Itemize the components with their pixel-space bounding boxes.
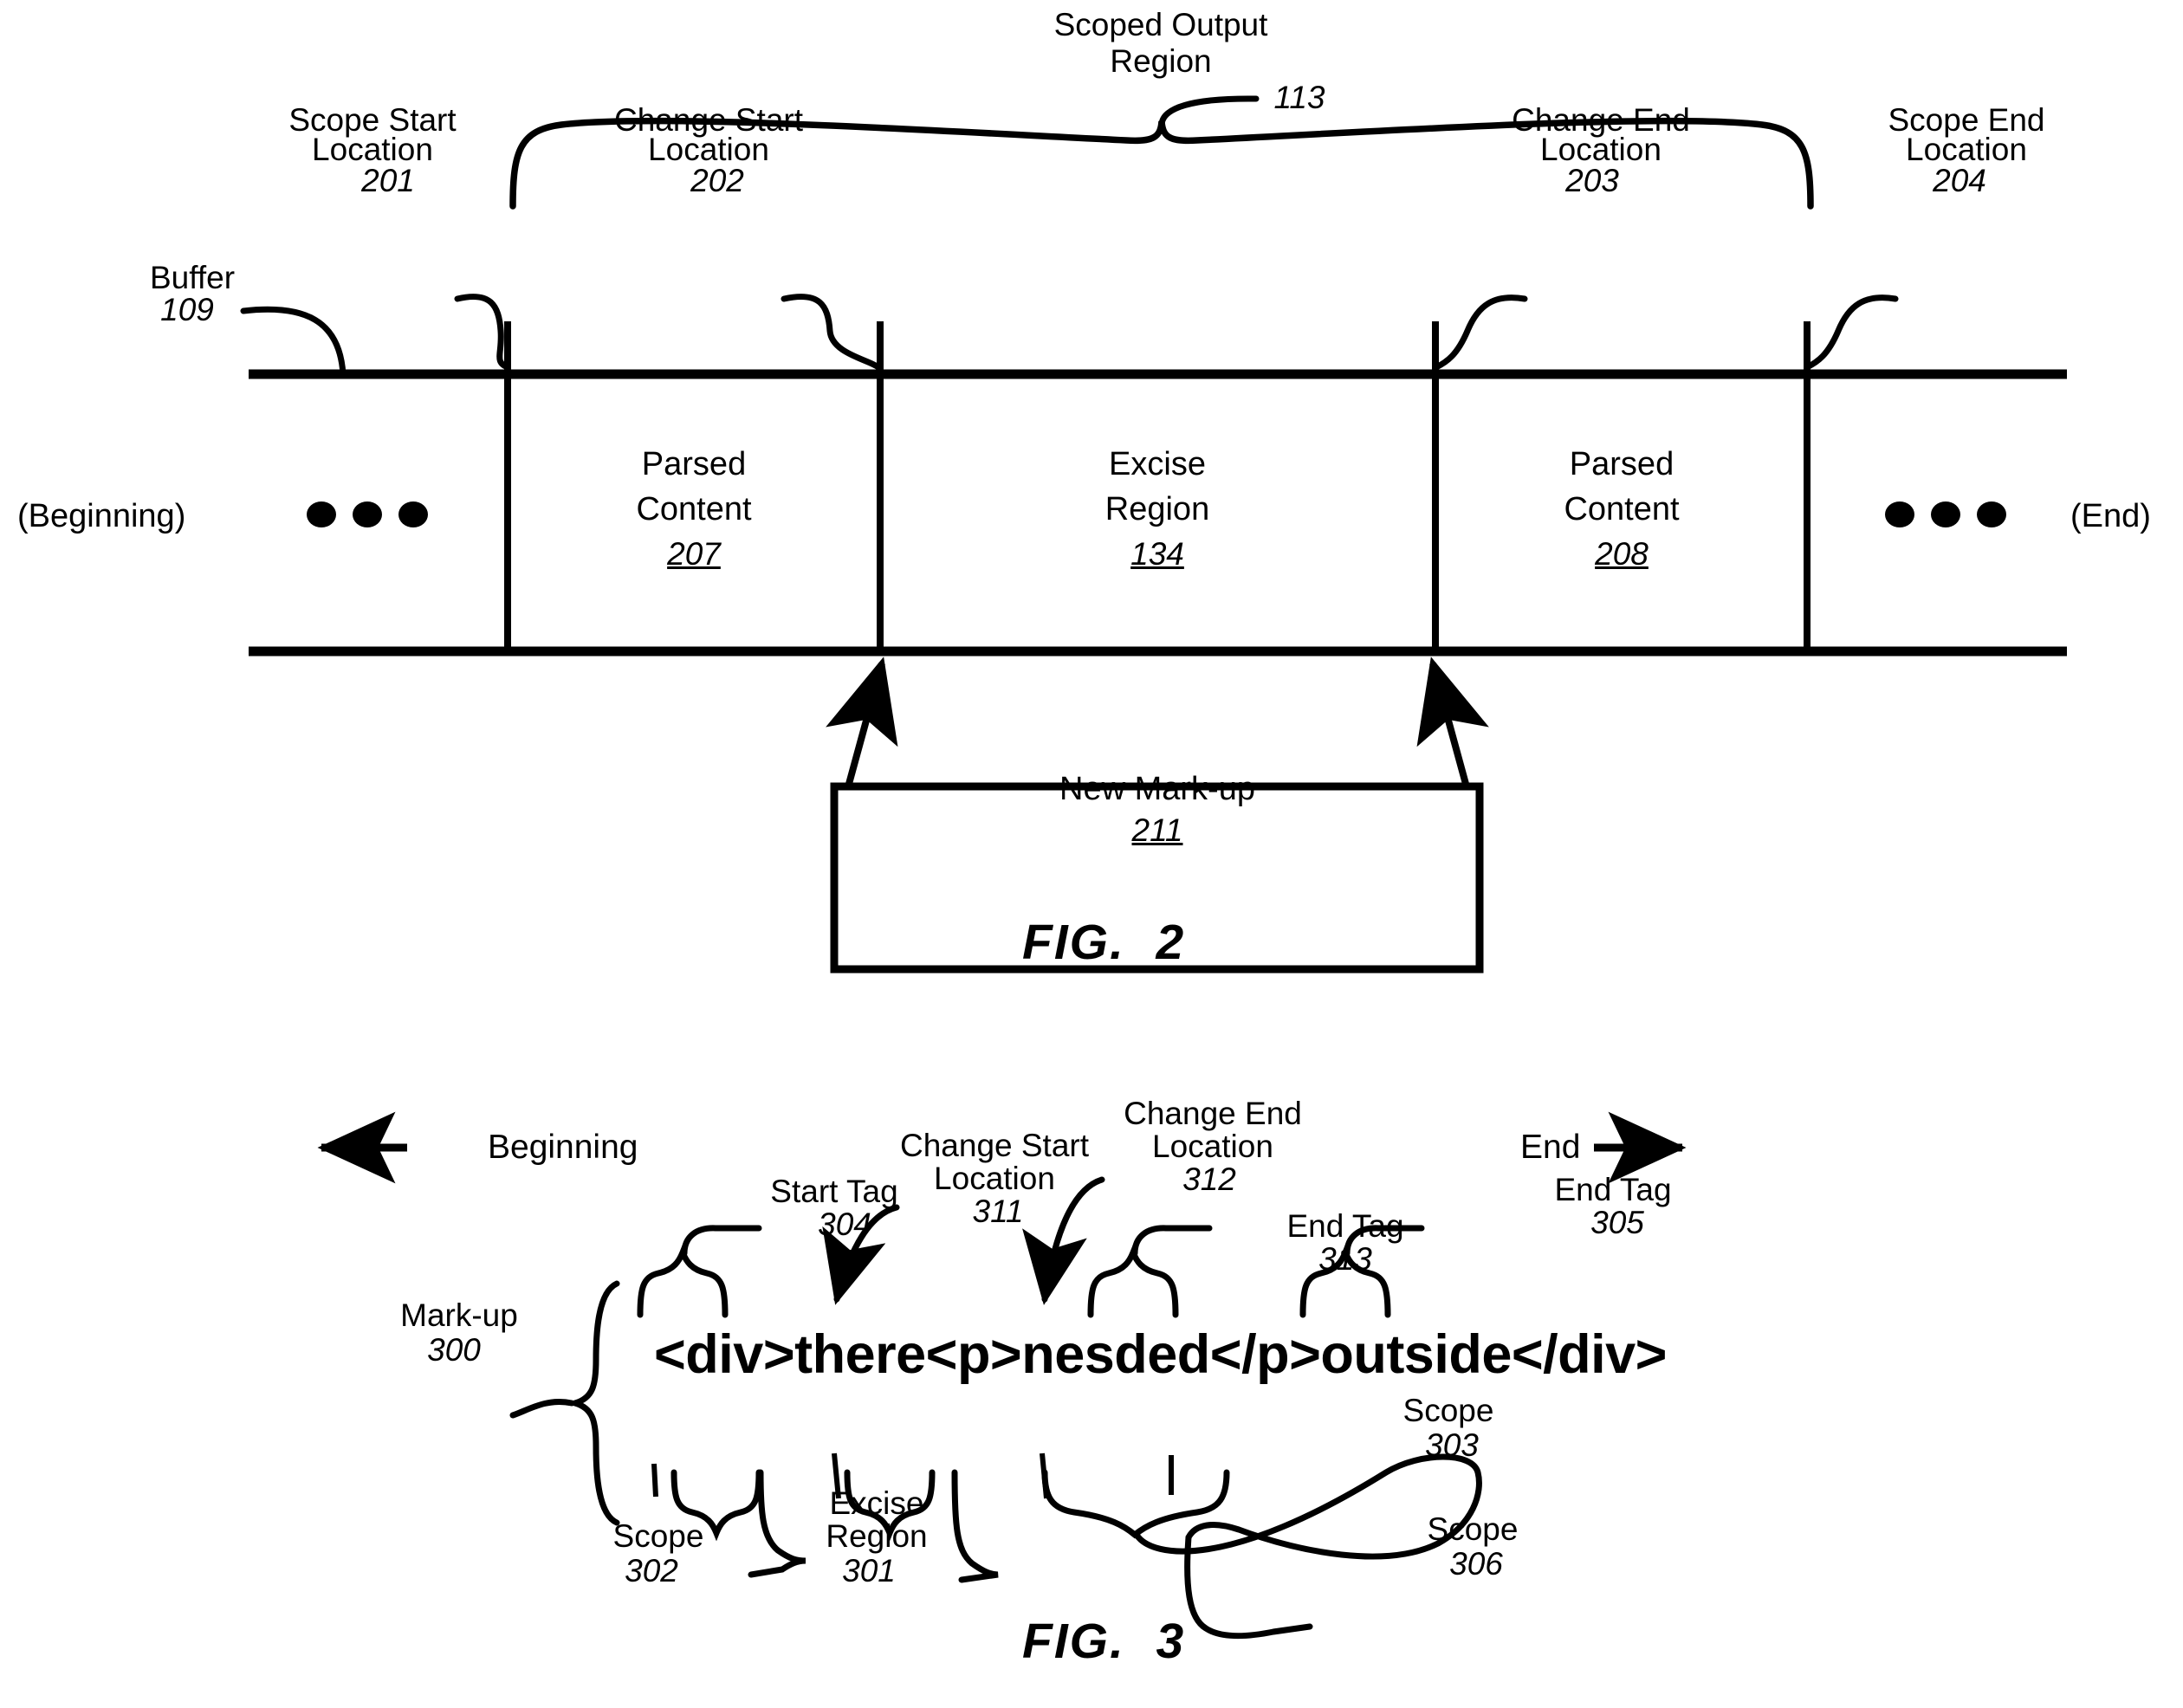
segment-parsed-content-208-line1: Parsed — [1569, 446, 1674, 482]
fig3-change-end-location-label-line2: Location — [1152, 1129, 1273, 1164]
fig3-end-label: End — [1520, 1129, 1581, 1166]
buffer-label: Buffer — [149, 260, 236, 295]
buffer-beginning-label: (Beginning) — [17, 498, 186, 534]
markup-300-brace — [564, 1280, 620, 1526]
change-end-location-ref: 203 — [1565, 163, 1619, 198]
change-start-location-ref: 202 — [690, 163, 744, 198]
fig3-excise-region-301-label: Excise — [829, 1485, 924, 1521]
scoped-output-region-label: Scoped Output — [1053, 7, 1268, 42]
fig3-end-tag-305-ref: 305 — [1590, 1205, 1644, 1240]
fig3-scope-306-label: Scope — [1427, 1511, 1519, 1547]
buffer-end-label: (End) — [2070, 498, 2151, 534]
fig3-beginning-label: Beginning — [488, 1129, 638, 1166]
fig3-change-start-location-label-line2: Location — [934, 1161, 1055, 1196]
change-start-leader-line — [781, 294, 882, 371]
patent-drawing-sheet: Scoped Output Region 113 Scope Start Loc… — [0, 0, 2183, 1708]
scope-end-leader-line — [1804, 294, 1899, 371]
buffer-leader-line — [240, 306, 347, 378]
markup-300-leader — [509, 1399, 575, 1419]
fig3-scope-306-ref: 306 — [1449, 1546, 1503, 1582]
segment-parsed-content-207-ref: 207 — [667, 536, 721, 572]
fig3-excise-region-301-label-line2: Region — [826, 1518, 928, 1554]
segment-parsed-content-208-ref: 208 — [1595, 536, 1649, 572]
fig3-end-tag-313-label: End Tag — [1286, 1208, 1404, 1244]
scoped-output-region-ref: 113 — [1273, 80, 1325, 115]
start-tag-304-leader — [681, 1225, 762, 1257]
segment-excise-region-134-line2: Region — [1104, 491, 1210, 527]
segment-excise-region-134-ref: 134 — [1130, 536, 1184, 572]
segment-excise-region-134-line1: Excise — [1109, 446, 1206, 482]
tick-change-end — [1040, 1452, 1049, 1499]
fig3-markup-string: <div>there<p>nesded</p>outside</div> — [654, 1324, 1667, 1385]
new-markup-arrow-right — [1416, 657, 1489, 786]
scoped-output-region-label-line2: Region — [1110, 43, 1212, 79]
end-tag-313-leader — [1131, 1225, 1213, 1257]
figure-vector-layer — [240, 95, 2067, 1640]
buffer-ellipsis-left — [307, 501, 428, 527]
segment-parsed-content-207-line1: Parsed — [641, 446, 747, 482]
new-markup-label: New Mark-up — [1059, 771, 1255, 807]
tick-string-start — [651, 1463, 658, 1498]
fig3-end-tag-305-label: End Tag — [1554, 1172, 1672, 1207]
fig3-end-tag-313-ref: 313 — [1318, 1241, 1372, 1277]
end-tag-313-brace — [1087, 1244, 1179, 1318]
buffer-ellipsis-right — [1885, 501, 2006, 527]
segment-parsed-content-208-line2: Content — [1564, 491, 1680, 527]
fig3-change-end-location-label: Change End — [1124, 1096, 1302, 1131]
fig2-caption: FIG. 2 — [1022, 915, 1186, 970]
scope-start-leader-line — [454, 294, 511, 371]
scope-start-location-ref: 201 — [361, 163, 415, 198]
change-end-leader-line — [1433, 294, 1528, 371]
fig3-start-tag-304-ref: 304 — [818, 1207, 871, 1242]
fig3-change-start-location-ref: 311 — [972, 1194, 1024, 1229]
fig3-scope-302-ref: 302 — [625, 1553, 678, 1588]
segment-parsed-content-207-line2: Content — [636, 491, 752, 527]
fig3-excise-region-301-ref: 301 — [842, 1553, 896, 1588]
fig3-scope-303-label: Scope — [1402, 1393, 1494, 1428]
new-markup-ref: 211 — [1131, 812, 1183, 848]
fig3-scope-302-label: Scope — [612, 1518, 704, 1554]
fig3-markup-label: Mark-up — [400, 1297, 518, 1333]
fig3-markup-ref: 300 — [427, 1332, 481, 1368]
fig3-change-end-location-ref: 312 — [1182, 1161, 1236, 1197]
fig3-scope-303-ref: 303 — [1425, 1427, 1479, 1463]
start-tag-304-brace — [637, 1244, 729, 1318]
buffer-ref: 109 — [160, 292, 214, 327]
fig3-caption: FIG. 3 — [1022, 1614, 1186, 1669]
scope-end-location-ref: 204 — [1933, 163, 1986, 198]
new-markup-arrow-left — [826, 657, 898, 786]
